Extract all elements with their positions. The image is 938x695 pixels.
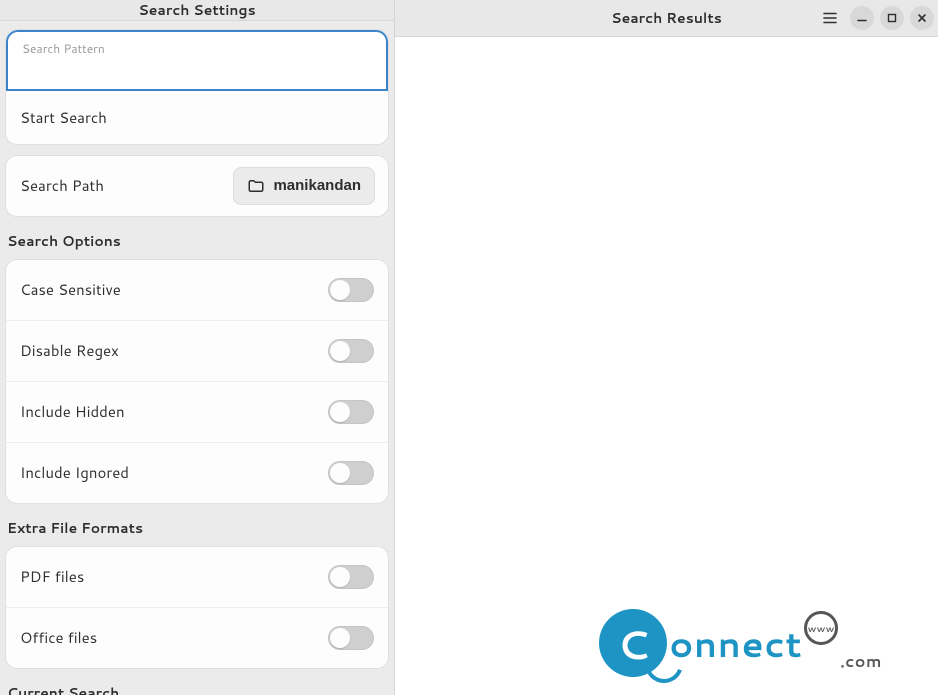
sidebar-body: Search Pattern Start Search Search Path …: [0, 21, 394, 695]
option-label: Case Sensitive: [20, 279, 121, 300]
search-path-row: Search Path manikandan: [6, 156, 388, 216]
main-headerbar: Search Results: [395, 0, 938, 37]
search-path-label: Search Path: [20, 175, 104, 196]
extra-formats-heading: Extra File Formats: [7, 518, 389, 538]
sidebar-headerbar: Search Settings: [0, 0, 394, 21]
minimize-button[interactable]: [850, 6, 874, 30]
office-files-toggle[interactable]: [328, 626, 374, 650]
close-icon: [917, 13, 927, 23]
option-label: Include Ignored: [20, 462, 129, 483]
main: Search Results: [395, 0, 938, 695]
maximize-button[interactable]: [880, 6, 904, 30]
folder-icon: [247, 177, 265, 195]
search-pattern-input[interactable]: [22, 57, 372, 77]
start-search-button[interactable]: Start Search: [6, 91, 388, 144]
option-label: PDF files: [20, 566, 84, 587]
option-label: Disable Regex: [20, 340, 119, 361]
option-case-sensitive: Case Sensitive: [6, 260, 388, 320]
minimize-icon: [857, 13, 867, 23]
option-include-hidden: Include Hidden: [6, 381, 388, 442]
search-path-value: manikandan: [273, 177, 361, 194]
main-title: Search Results: [611, 8, 722, 28]
sidebar-title: Search Settings: [138, 0, 255, 20]
extra-formats-card: PDF files Office files: [5, 546, 389, 669]
option-label: Include Hidden: [20, 401, 125, 422]
search-path-button[interactable]: manikandan: [233, 167, 375, 205]
start-search-label: Start Search: [20, 107, 107, 128]
pdf-files-toggle[interactable]: [328, 565, 374, 589]
sidebar: Search Settings Search Pattern Start Sea…: [0, 0, 395, 695]
search-pattern-card: Search Pattern Start Search: [5, 29, 389, 145]
globe-icon: www: [804, 611, 838, 645]
option-disable-regex: Disable Regex: [6, 320, 388, 381]
current-search-heading: Current Search: [7, 683, 389, 695]
watermark-text: onnect: [669, 618, 802, 669]
hamburger-icon: [822, 10, 838, 26]
watermark-dotcom: .com: [840, 650, 882, 673]
search-pattern-field[interactable]: Search Pattern: [6, 30, 388, 91]
maximize-icon: [887, 13, 897, 23]
close-button[interactable]: [910, 6, 934, 30]
include-hidden-toggle[interactable]: [328, 400, 374, 424]
case-sensitive-toggle[interactable]: [328, 278, 374, 302]
option-pdf-files: PDF files: [6, 547, 388, 607]
headerbar-controls: [816, 4, 934, 32]
search-path-card: Search Path manikandan: [5, 155, 389, 217]
disable-regex-toggle[interactable]: [328, 339, 374, 363]
search-options-card: Case Sensitive Disable Regex Include Hid…: [5, 259, 389, 504]
watermark-logo: C onnect www .com: [599, 609, 882, 677]
search-pattern-label: Search Pattern: [22, 40, 372, 57]
hamburger-menu-button[interactable]: [816, 4, 844, 32]
results-area: C onnect www .com: [395, 37, 938, 695]
option-office-files: Office files: [6, 607, 388, 668]
search-options-heading: Search Options: [7, 231, 389, 251]
include-ignored-toggle[interactable]: [328, 461, 374, 485]
option-label: Office files: [20, 627, 97, 648]
option-include-ignored: Include Ignored: [6, 442, 388, 503]
